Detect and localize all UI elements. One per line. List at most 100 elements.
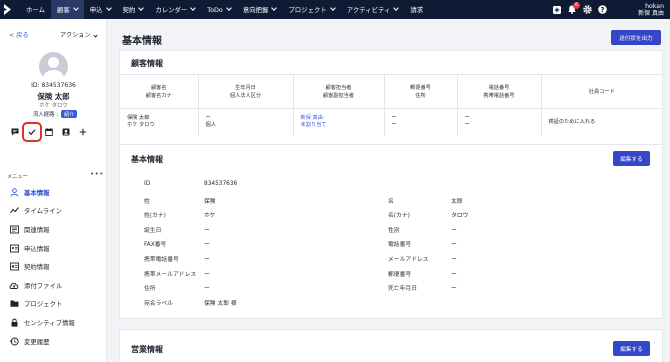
sales-info-card: 営業情報 編集する — [119, 329, 663, 362]
app-logo-icon[interactable] — [0, 0, 14, 19]
add-button[interactable] — [76, 125, 90, 139]
sidebar-item-1[interactable]: タイムライン — [0, 202, 107, 221]
contact-button[interactable] — [59, 125, 73, 139]
customer-info-card: 顧客情報 顧客名 顧客名カナ 生年月日 個人法人区分 顧客担当者 顧客副担当者 郵便番号 住所… — [119, 50, 663, 154]
table-row[interactable]: 保険 太郎 ホケ タロウー個人 新保 真由 未割り当てーーーー検証のために入れる — [120, 108, 662, 136]
nav-item-8[interactable]: アクティビティ — [341, 0, 405, 19]
cell-value: ー — [464, 114, 470, 121]
field-value: ー — [204, 271, 210, 278]
field-value: ー — [451, 271, 457, 278]
sidebar-item-label: 関連情報 — [24, 225, 50, 234]
sidebar-item-7[interactable]: センシティブ情報 — [0, 313, 107, 332]
sidebar-item-2[interactable]: 関連情報 — [0, 220, 107, 239]
field-value: ー — [204, 242, 210, 249]
table-header-row: 顧客名 顧客名カナ 生年月日 個人法人区分 顧客担当者 顧客副担当者 郵便番号 住所 電話番号携… — [120, 74, 662, 109]
field-value: ー — [451, 227, 457, 234]
sidebar-item-4[interactable]: 契約情報 — [0, 257, 107, 276]
column-header-label: 顧客担当者 — [325, 84, 352, 91]
sidebar-item-3[interactable]: 申込情報 — [0, 239, 107, 258]
field-label: 携帯電話番号 — [144, 257, 179, 263]
nav-item-4[interactable]: カレンダー — [149, 0, 201, 19]
sidebar-item-label: タイムライン — [24, 207, 62, 216]
customer-kana: ホケ タロウ — [39, 103, 68, 109]
field-label: 郵便番号 — [388, 271, 412, 278]
cell-value: ー — [391, 122, 397, 129]
help-icon[interactable]: ? — [596, 0, 608, 19]
user-name: 新保 真由 — [638, 9, 664, 17]
sidebar-item-8[interactable]: 変更履歴 — [0, 332, 107, 351]
nav-item-2[interactable]: 申込 — [84, 0, 117, 19]
nav-item-label: 顧客 — [56, 6, 70, 14]
nav-item-3[interactable]: 契約 — [117, 0, 150, 19]
action-dropdown[interactable]: アクション — [60, 30, 98, 39]
sales-info-edit-button[interactable]: 編集する — [613, 341, 650, 356]
nav-item-5[interactable]: ToDo — [201, 0, 237, 19]
field-label: 住所 — [144, 286, 156, 293]
field-value: 保険 太郎 様 — [204, 300, 237, 307]
timeline-icon — [9, 206, 19, 216]
nav-menu: ホーム 顧客 申込 契約 カレンダー ToDo 意向把握 プロジェクト アクティビティ 請求 — [20, 0, 429, 19]
message-button[interactable] — [8, 125, 22, 139]
nav-item-label: 請求 — [410, 6, 424, 14]
check-icon — [28, 129, 36, 136]
column-header-label: 顧客名カナ — [145, 92, 172, 99]
cell-value: 検証のために入れる — [548, 118, 596, 125]
chevron-down-icon — [271, 5, 278, 11]
avatar — [39, 52, 68, 81]
field-label: 性別 — [388, 227, 400, 234]
sidebar-item-label: 基本情報 — [24, 188, 50, 197]
gear-icon[interactable] — [581, 0, 593, 19]
column-header: 郵便番号 住所 — [383, 74, 457, 109]
nav-item-9[interactable]: 請求 — [404, 0, 429, 19]
column-header-label: 携帯電話番号 — [483, 92, 515, 99]
inflow-route-label: 流入経路 : — [33, 112, 59, 118]
sidebar-item-5[interactable]: 添付ファイル — [0, 276, 107, 295]
nav-item-label: ToDo — [207, 5, 223, 14]
top-nav: ホーム 顧客 申込 契約 カレンダー ToDo 意向把握 プロジェクト アクティビティ 請求 6 … — [0, 0, 670, 19]
field-value: ー — [204, 227, 210, 234]
chevron-down-icon — [226, 5, 232, 11]
field-label: 宛名ラベル — [144, 300, 173, 307]
field-label: 姓(カナ) — [144, 213, 166, 220]
field-label: 名(カナ) — [388, 213, 410, 220]
staff-link[interactable]: 未割り当て — [301, 122, 384, 130]
back-link[interactable]: < 戻る — [9, 30, 29, 39]
add-icon[interactable] — [551, 0, 563, 19]
basic-info-edit-button[interactable]: 編集する — [613, 151, 650, 166]
column-header: 社員コード — [540, 74, 662, 109]
nav-item-label: 意向把握 — [242, 6, 269, 14]
menu-more-icon[interactable]: ••• — [90, 170, 104, 178]
sidebar-item-0[interactable]: 基本情報 — [0, 183, 107, 202]
nav-item-label: アクティビティ — [346, 6, 391, 14]
sidebar-menu: 基本情報タイムライン 関連情報申込情報契約情報添付ファイル プロジェクトセンシティブ… — [0, 183, 107, 350]
sidebar-item-label: 契約情報 — [24, 263, 50, 272]
calendar-button[interactable] — [42, 125, 56, 139]
field-value: 保険 — [204, 198, 216, 205]
action-label: アクション — [60, 32, 91, 39]
column-header: 生年月日 個人法人区分 — [197, 74, 293, 109]
nav-item-1[interactable]: 顧客 — [50, 0, 84, 19]
user-menu[interactable]: hokan 新保 真由 — [616, 3, 664, 17]
field-value: 834537636 — [204, 181, 238, 187]
field-value: 太郎 — [451, 198, 463, 205]
nav-item-label: 契約 — [122, 6, 136, 14]
sidebar-item-6[interactable]: プロジェクト — [0, 295, 107, 314]
check-button[interactable] — [22, 122, 42, 142]
nav-item-6[interactable]: 意向把握 — [237, 0, 283, 19]
nav-right: 6 ? hokan 新保 真由 — [548, 0, 670, 19]
notification-bell-icon[interactable]: 6 — [566, 0, 580, 19]
field-value: ー — [451, 286, 457, 293]
customer-info-title: 顧客情報 — [131, 59, 163, 68]
quick-actions — [8, 122, 93, 142]
sidebar-item-label: センシティブ情報 — [24, 318, 75, 327]
output-letter-button[interactable]: 送付状を出力 — [611, 30, 661, 45]
cell-value: 個人 — [205, 122, 216, 129]
column-header-label: 住所 — [415, 92, 426, 99]
lock-icon — [9, 317, 19, 327]
chevron-down-icon — [138, 5, 145, 11]
column-header: 顧客担当者 顧客副担当者 — [292, 74, 384, 109]
nav-item-0[interactable]: ホーム — [20, 0, 51, 19]
nav-item-7[interactable]: プロジェクト — [282, 0, 340, 19]
field-label: 姓 — [144, 198, 150, 205]
plus-icon — [79, 128, 87, 136]
